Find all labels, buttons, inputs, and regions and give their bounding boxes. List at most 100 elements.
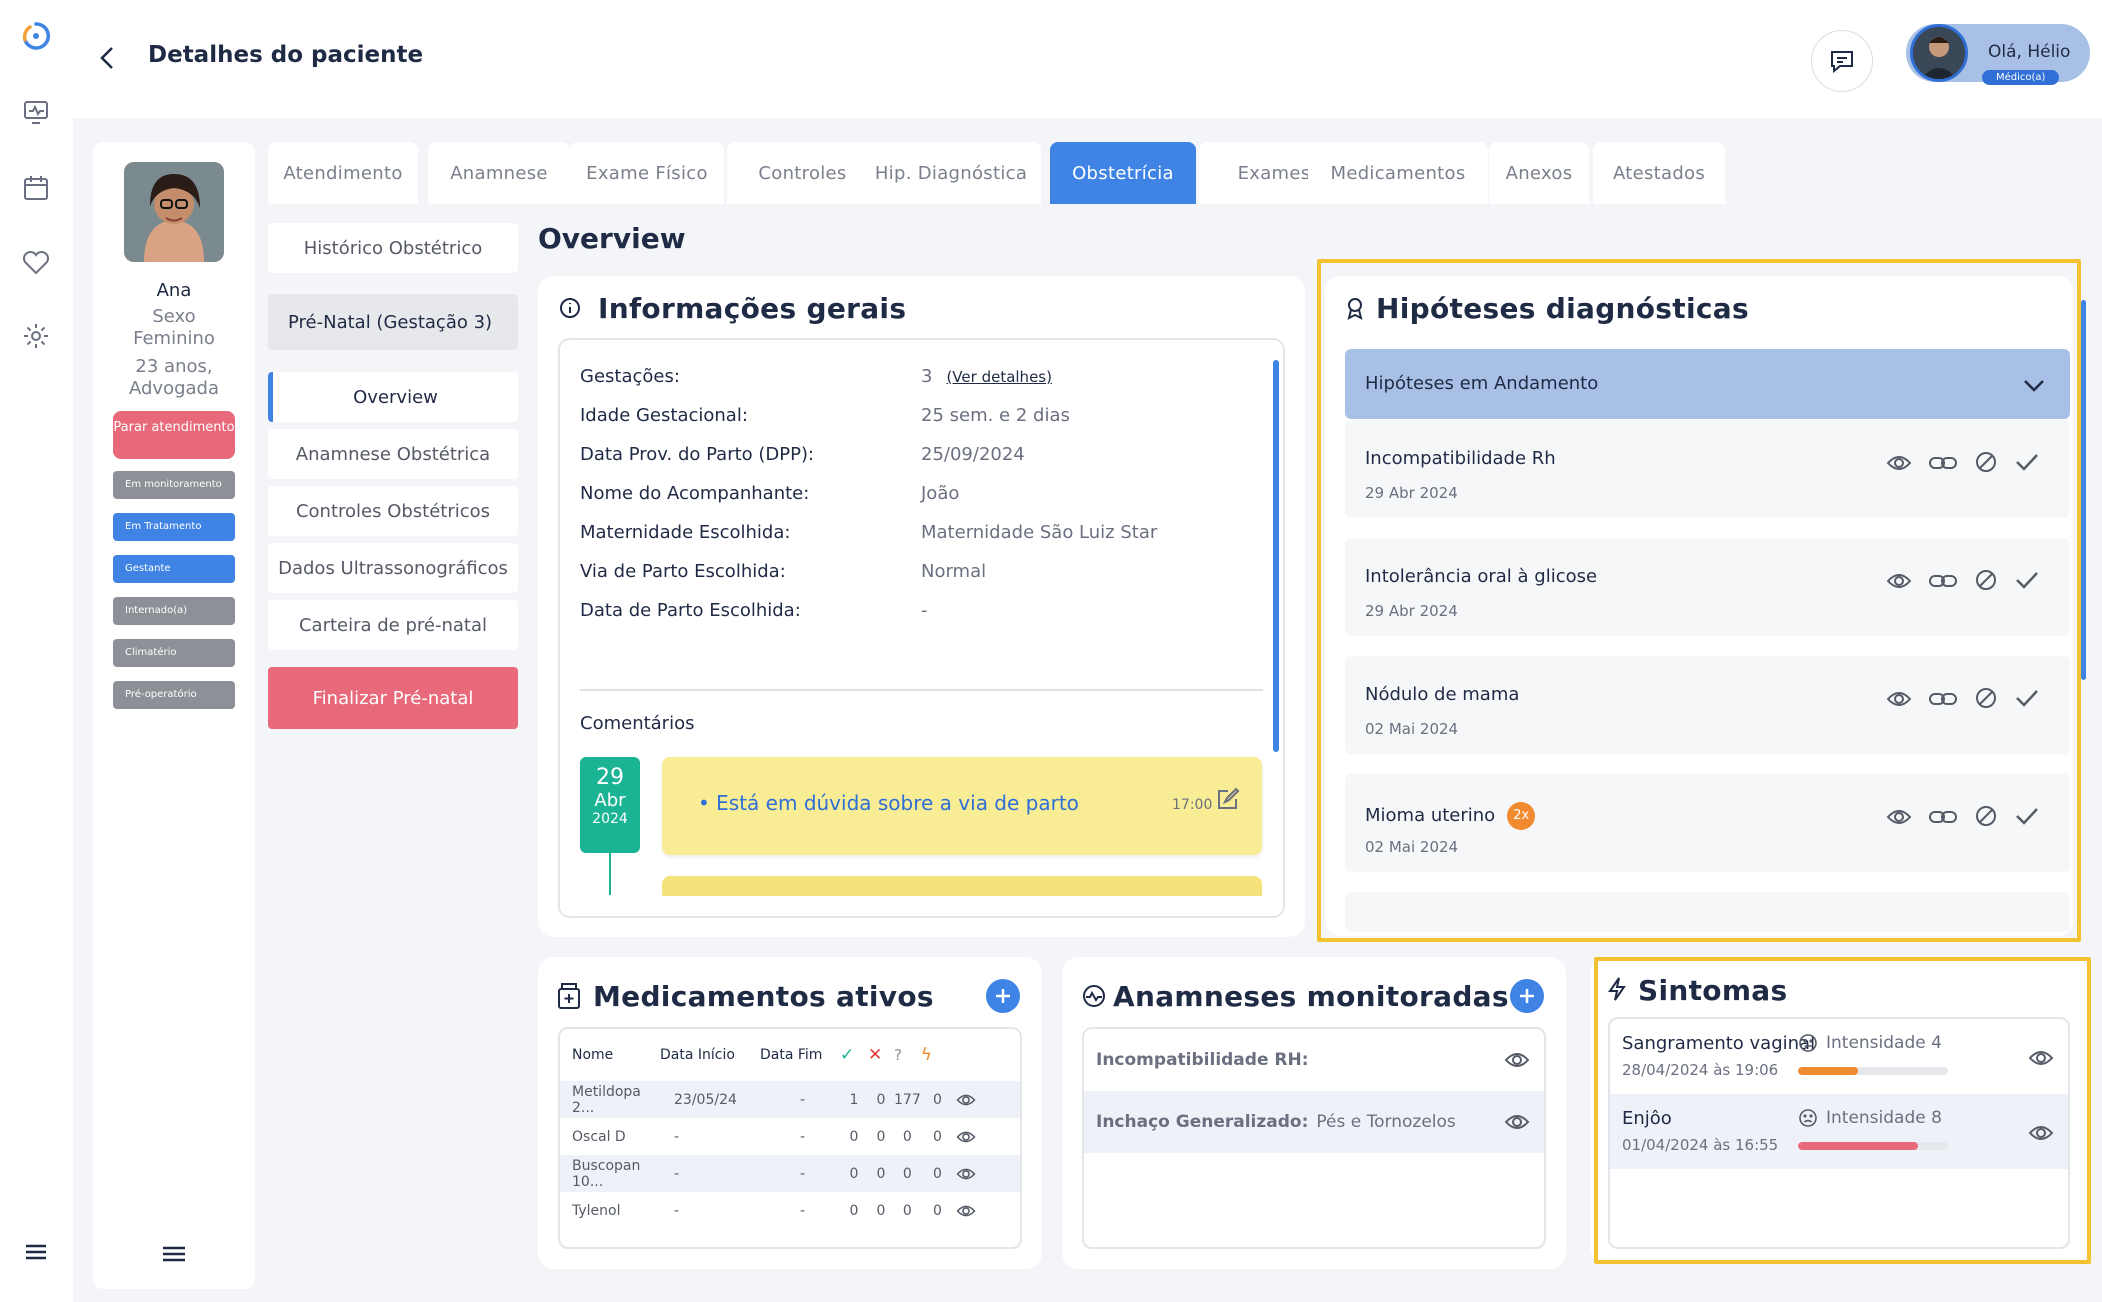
tab-7[interactable]: Medicamentos — [1308, 142, 1488, 204]
comment-text-value: Está em dúvida sobre a via de parto — [716, 791, 1079, 815]
info-label: Data Prov. do Parto (DPP): — [580, 444, 815, 465]
eye-icon[interactable] — [1504, 1047, 1530, 1073]
hypotheses-scrollbar[interactable] — [2081, 300, 2086, 680]
info-value: 3 (Ver detalhes) — [921, 366, 1052, 387]
medication-row[interactable]: Buscopan 10... - -0 0 0 0 — [560, 1155, 1020, 1192]
calendar-icon[interactable] — [20, 172, 52, 204]
medication-view — [954, 1081, 1020, 1118]
view-details-link[interactable]: (Ver detalhes) — [946, 368, 1052, 386]
info-value-text: Maternidade São Luiz Star — [921, 522, 1158, 543]
edit-icon[interactable] — [1214, 787, 1240, 813]
medication-count: 0 — [902, 1128, 912, 1145]
tab-4[interactable]: Hip. Diagnóstica — [861, 142, 1041, 204]
heart-icon[interactable] — [20, 246, 52, 278]
medication-name: Buscopan 10... — [560, 1155, 660, 1192]
settings-gear-icon[interactable] — [20, 320, 52, 352]
submenu-item[interactable]: Anamnese Obstétrica — [268, 429, 518, 479]
info-value: Normal — [921, 561, 986, 582]
submenu-item[interactable]: Pré-Natal (Gestação 3) — [268, 294, 518, 350]
info-label: Idade Gestacional: — [580, 405, 748, 426]
info-label: Data de Parto Escolhida: — [580, 600, 801, 621]
eye-icon[interactable] — [956, 1090, 1020, 1110]
patient-tag[interactable]: Em Tratamento — [113, 513, 235, 541]
general-info-title: Informações gerais — [598, 292, 907, 325]
comment-note: • Está em dúvida sobre a via de parto 17… — [662, 757, 1262, 855]
eye-icon[interactable] — [956, 1201, 1020, 1221]
tab-3[interactable]: Controles — [727, 142, 878, 204]
add-anamnese-button[interactable] — [1510, 979, 1544, 1013]
medication-name: Tylenol — [572, 1202, 621, 1219]
tab-9[interactable]: Atestados — [1593, 142, 1725, 204]
page-title: Detalhes do paciente — [148, 42, 424, 68]
medications-table-box: Nome Data Início Data Fim ✓ ✕ ? ϟ Metild… — [558, 1027, 1022, 1249]
plus-icon — [995, 988, 1011, 1004]
medication-count: 0 — [920, 1155, 955, 1192]
info-label: Maternidade Escolhida: — [580, 522, 791, 543]
col-end: Data Fim — [760, 1047, 823, 1063]
tab-8[interactable]: Anexos — [1489, 142, 1589, 204]
tab-5[interactable]: Obstetrícia — [1050, 142, 1196, 204]
comment-month: Abr — [594, 790, 626, 811]
info-icon — [558, 296, 582, 320]
patient-tag[interactable]: Climatério — [113, 639, 235, 667]
medication-row[interactable]: Metildopa 2... 23/05/24-1 0 177 0 — [560, 1081, 1020, 1118]
stop-attendance-button[interactable]: Parar atendimento — [113, 411, 235, 459]
panel-menu-icon[interactable] — [160, 1242, 188, 1266]
left-rail — [0, 0, 73, 1302]
patient-tag[interactable]: Gestante — [113, 555, 235, 583]
patient-avatar — [124, 162, 224, 262]
back-arrow-icon[interactable] — [92, 42, 124, 74]
eye-icon[interactable] — [1504, 1109, 1530, 1135]
eye-icon[interactable] — [956, 1127, 1020, 1147]
highlight-frame-symptoms — [1594, 957, 2091, 1264]
comment-note-next — [662, 876, 1262, 896]
comment-date-badge: 29 Abr 2024 — [580, 757, 640, 853]
anamneses-box: Incompatibilidade RH: Inchaço Generalizad… — [1082, 1027, 1546, 1249]
app-logo-icon[interactable] — [20, 20, 52, 52]
tab-1[interactable]: Anamnese — [428, 142, 570, 204]
add-medication-button[interactable] — [986, 979, 1020, 1013]
medication-end: - — [800, 1202, 806, 1219]
patient-sex-label: Sexo — [152, 306, 196, 327]
chat-button[interactable] — [1811, 30, 1873, 92]
info-divider — [580, 689, 1263, 691]
tab-0[interactable]: Atendimento — [268, 142, 418, 204]
anamnese-row[interactable]: Incompatibilidade RH: — [1084, 1029, 1544, 1091]
user-avatar[interactable] — [1910, 24, 1968, 82]
medication-start: - — [660, 1155, 760, 1192]
submenu-item[interactable]: Controles Obstétricos — [268, 486, 518, 536]
info-value: - — [921, 600, 928, 621]
comment-text: • Está em dúvida sobre a via de parto — [698, 791, 1079, 815]
tab-2[interactable]: Exame Físico — [570, 142, 724, 204]
info-label: Gestações: — [580, 366, 680, 387]
patient-tag[interactable]: Internado(a) — [113, 597, 235, 625]
medication-count: 0 — [876, 1202, 886, 1219]
medication-count: 0 — [849, 1202, 859, 1219]
info-scrollbar[interactable] — [1273, 360, 1279, 752]
eye-icon[interactable] — [956, 1164, 1020, 1184]
medication-row[interactable]: Oscal D--0000 — [560, 1118, 1020, 1155]
submenu-item[interactable]: Histórico Obstétrico — [268, 223, 518, 273]
col-start: Data Início — [660, 1047, 735, 1063]
anamnese-row[interactable]: Inchaço Generalizado: Pés e Tornozelos — [1084, 1091, 1544, 1153]
menu-icon[interactable] — [20, 1236, 52, 1268]
medication-row[interactable]: Tylenol - -0 0 0 0 — [560, 1192, 1020, 1229]
submenu-item[interactable]: Dados Ultrassonográficos — [268, 543, 518, 593]
submenu-item[interactable]: Overview — [268, 372, 518, 422]
medication-name: Oscal D — [572, 1128, 626, 1145]
medication-count: 0 — [868, 1081, 894, 1118]
medication-count: 0 — [849, 1128, 859, 1145]
medication-count: 0 — [840, 1155, 868, 1192]
comment-time: 17:00 — [1172, 797, 1213, 813]
anamnese-label: Inchaço Generalizado: — [1096, 1112, 1309, 1132]
monitor-icon[interactable] — [20, 96, 52, 128]
patient-tag[interactable]: Em monitoramento — [113, 471, 235, 499]
comments-label: Comentários — [580, 713, 695, 734]
medication-count: 0 — [868, 1155, 894, 1192]
submenu-item[interactable]: Carteira de pré-natal — [268, 600, 518, 650]
patient-tag[interactable]: Pré-operatório — [113, 681, 235, 709]
medication-end: - — [760, 1155, 840, 1192]
finalize-prenatal-button[interactable]: Finalizar Pré-natal — [268, 667, 518, 729]
medication-end: - — [760, 1081, 840, 1118]
plus-icon — [1519, 988, 1535, 1004]
